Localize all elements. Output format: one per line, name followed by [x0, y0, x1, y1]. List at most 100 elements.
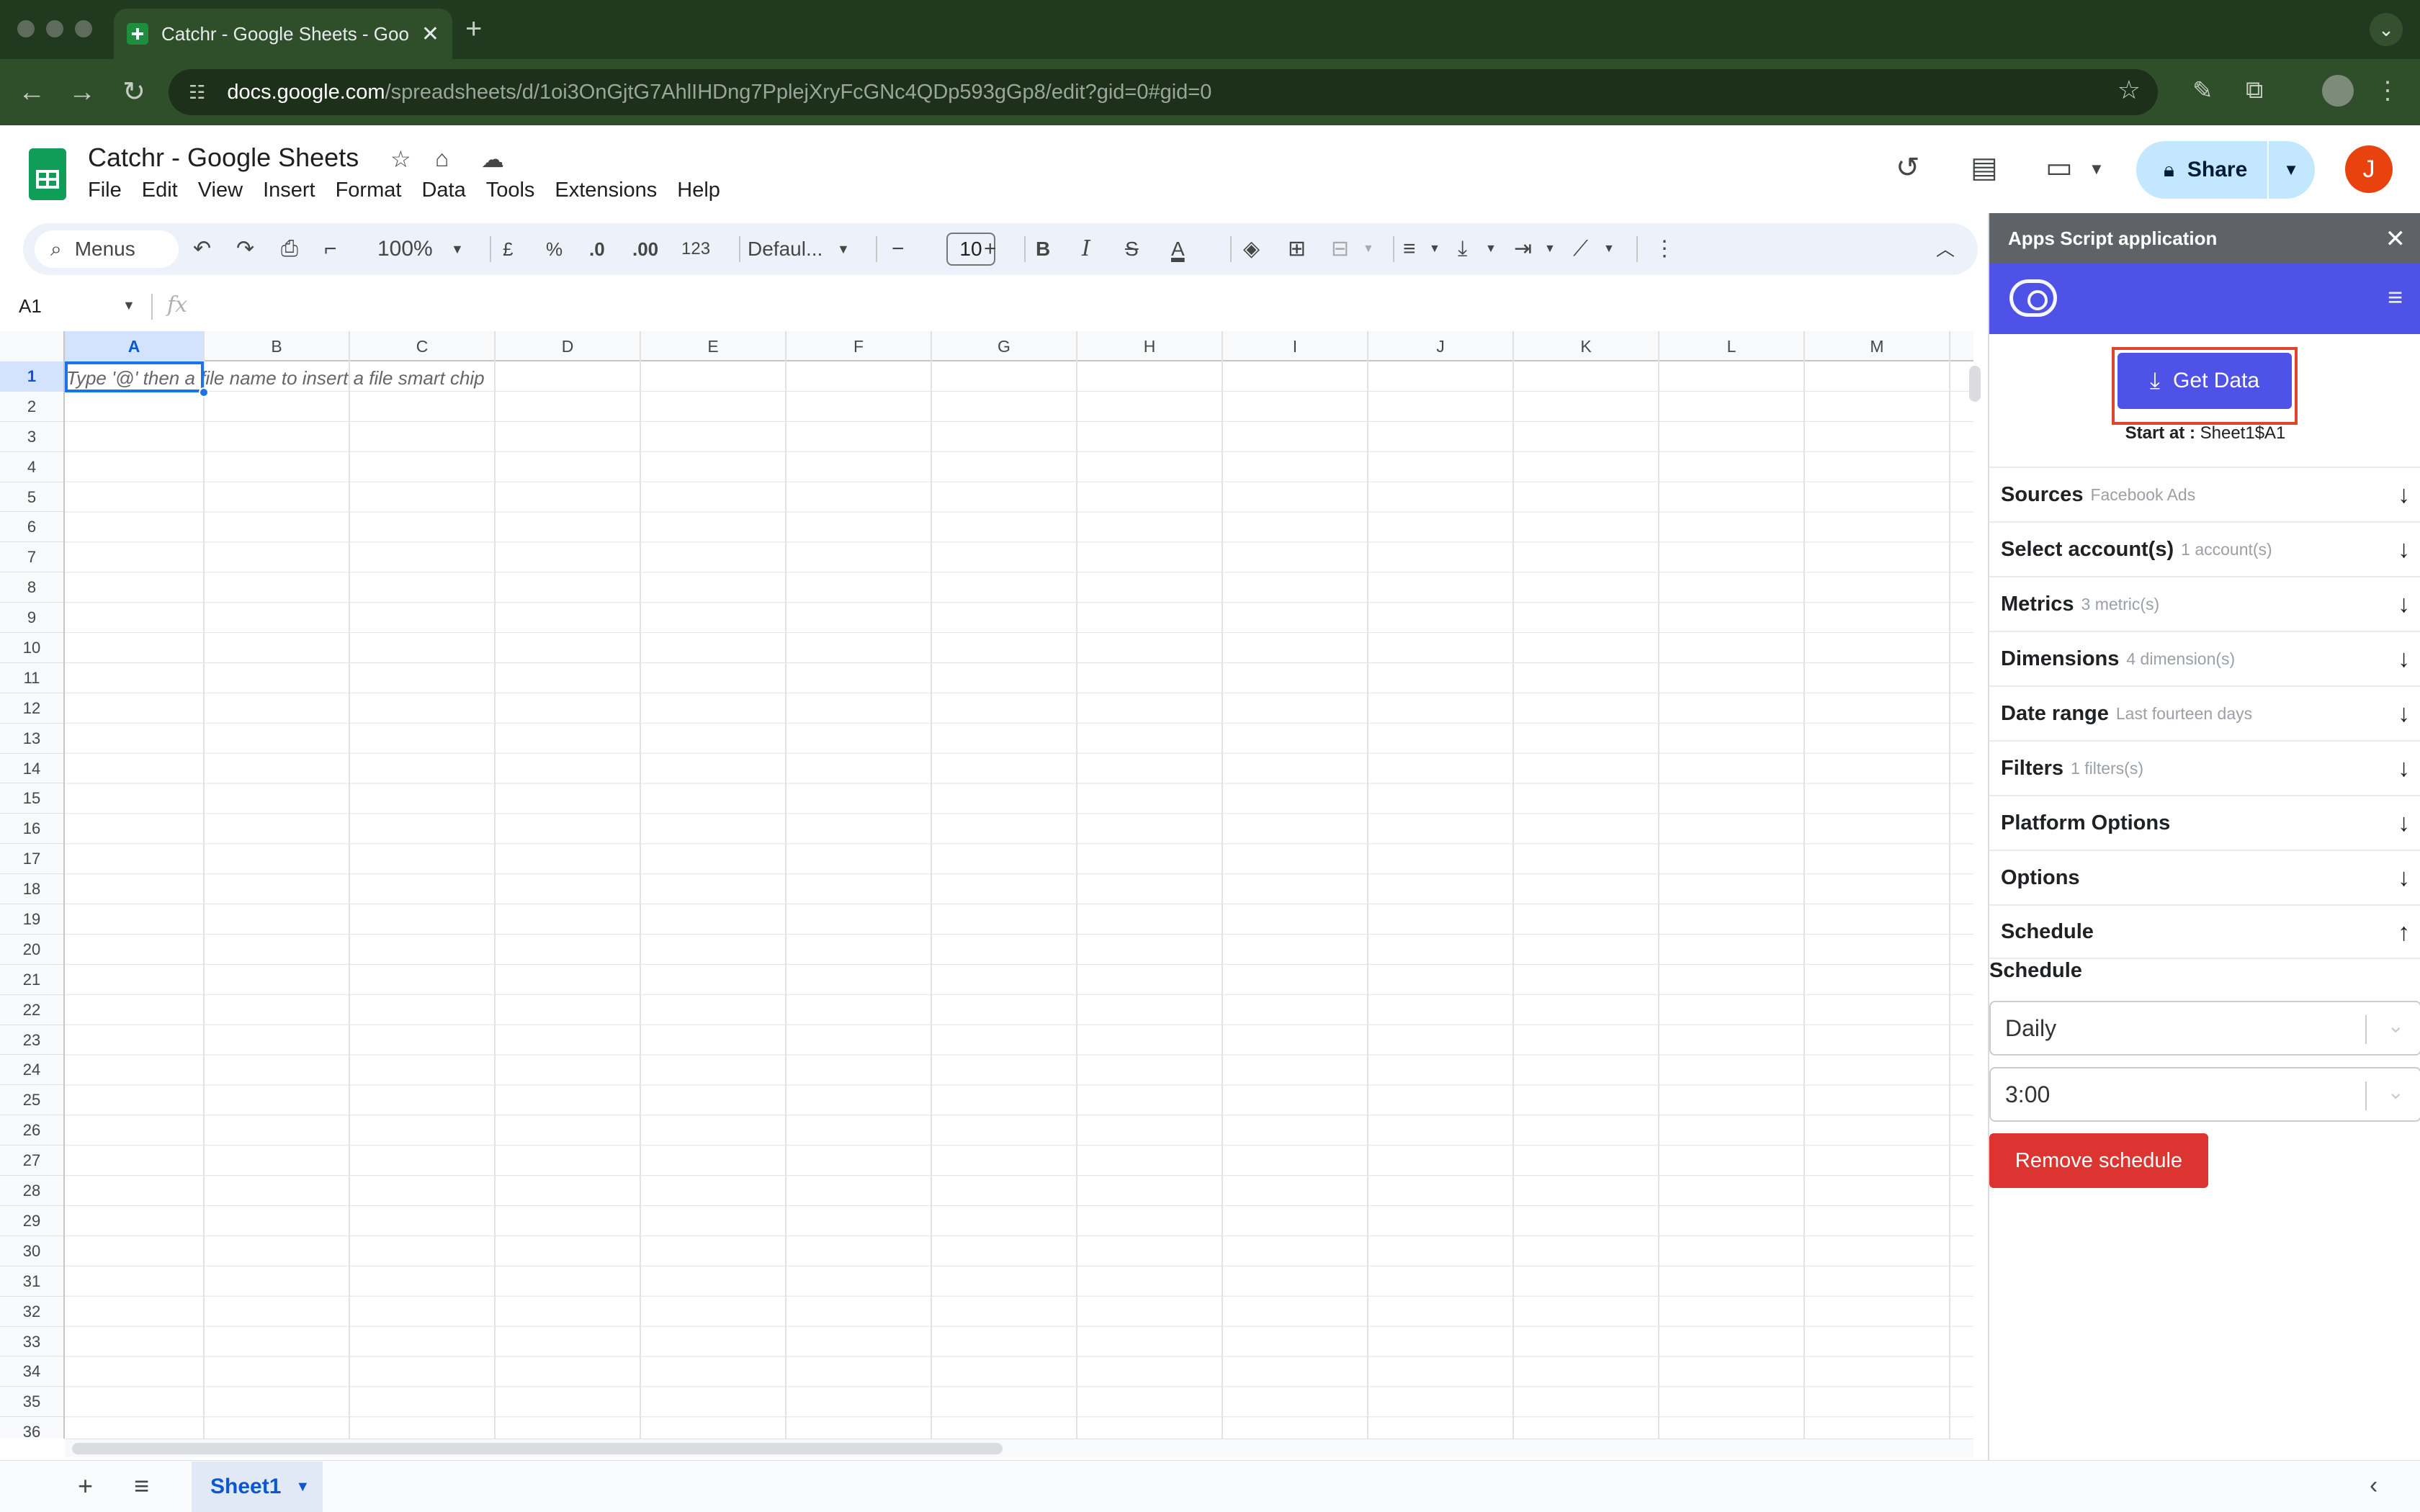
row-header[interactable]: 1 — [0, 361, 63, 392]
row-header[interactable]: 23 — [0, 1025, 63, 1056]
get-data-button[interactable]: ⤓ Get Data — [2118, 353, 2292, 409]
horizontal-align-icon[interactable]: ≡ — [1403, 223, 1416, 275]
meet-video-icon[interactable]: ▭ — [2045, 151, 2073, 184]
row-header[interactable]: 27 — [0, 1146, 63, 1176]
strikethrough-button[interactable]: S — [1125, 223, 1139, 275]
add-sheet-plus-icon[interactable]: + — [78, 1471, 93, 1501]
column-header-c[interactable]: C — [350, 331, 496, 361]
row-header[interactable]: 7 — [0, 542, 63, 573]
column-header-b[interactable]: B — [205, 331, 350, 361]
row-header[interactable]: 26 — [0, 1115, 63, 1146]
row-header[interactable]: 18 — [0, 874, 63, 905]
expand-arrow-down-icon[interactable]: ↓ — [2398, 864, 2410, 892]
row-header[interactable]: 36 — [0, 1417, 63, 1439]
font-caret-icon[interactable]: ▼ — [837, 223, 850, 275]
italic-button[interactable]: I — [1082, 223, 1090, 275]
row-header[interactable]: 10 — [0, 633, 63, 663]
row-header[interactable]: 31 — [0, 1266, 63, 1297]
menu-file[interactable]: File — [88, 179, 122, 202]
window-minimize-control[interactable] — [46, 20, 63, 37]
bookmark-star-icon[interactable]: ☆ — [2118, 75, 2141, 105]
back-arrow-icon[interactable]: ← — [14, 75, 49, 109]
menu-format[interactable]: Format — [336, 179, 402, 202]
column-header-l[interactable]: L — [1659, 331, 1805, 361]
zoom-caret-icon[interactable]: ▼ — [451, 223, 464, 275]
borders-icon[interactable]: ⊞ — [1288, 223, 1306, 275]
meet-caret-icon[interactable]: ▼ — [2089, 160, 2105, 179]
share-button[interactable]: 🔒︎ Share ▼ — [2136, 141, 2315, 199]
section-metrics[interactable]: Metrics 3 metric(s) ↓ — [1989, 576, 2420, 631]
move-folder-icon[interactable]: ⌂ — [435, 145, 449, 172]
eyedropper-extension-icon[interactable]: ✎ — [2192, 76, 2213, 105]
expand-arrow-down-icon[interactable]: ↓ — [2398, 590, 2410, 618]
sheet-tab-sheet1[interactable]: Sheet1 ▼ — [192, 1462, 323, 1512]
all-sheets-list-icon[interactable]: ≡ — [134, 1471, 149, 1501]
horizontal-scrollbar[interactable] — [72, 1443, 1003, 1454]
comments-icon[interactable]: ▤ — [1971, 151, 1998, 184]
text-color-button[interactable]: A — [1171, 223, 1185, 275]
expand-arrow-down-icon[interactable]: ↓ — [2398, 755, 2410, 783]
section-platform-options[interactable]: Platform Options ↓ — [1989, 795, 2420, 850]
select-all-corner[interactable] — [0, 331, 65, 361]
section-select-accounts[interactable]: Select account(s) 1 account(s) ↓ — [1989, 521, 2420, 576]
row-header[interactable]: 15 — [0, 783, 63, 814]
row-header[interactable]: 5 — [0, 482, 63, 513]
close-icon[interactable]: ✕ — [2385, 225, 2406, 253]
undo-icon[interactable]: ↶ — [193, 223, 211, 275]
column-header-m[interactable]: M — [1805, 331, 1950, 361]
row-header[interactable]: 11 — [0, 663, 63, 693]
section-schedule[interactable]: Schedule ↑ — [1989, 904, 2420, 959]
bold-button[interactable]: B — [1036, 223, 1050, 275]
share-options-caret-icon[interactable]: ▼ — [2269, 161, 2313, 179]
row-header[interactable]: 16 — [0, 814, 63, 845]
text-wrapping-icon[interactable]: ⇥ — [1514, 223, 1532, 275]
rotation-caret-icon[interactable]: ▼ — [1603, 223, 1615, 275]
row-header[interactable]: 8 — [0, 572, 63, 603]
wrap-caret-icon[interactable]: ▼ — [1544, 223, 1556, 275]
fill-handle[interactable] — [199, 387, 209, 397]
h-align-caret-icon[interactable]: ▼ — [1429, 223, 1440, 275]
version-history-icon[interactable]: ↺ — [1896, 151, 1920, 184]
row-header[interactable]: 2 — [0, 392, 63, 422]
expand-arrow-down-icon[interactable]: ↓ — [2398, 700, 2410, 728]
number-format-button[interactable]: 123 — [681, 223, 710, 275]
column-header-j[interactable]: J — [1368, 331, 1514, 361]
column-header-f[interactable]: F — [786, 331, 932, 361]
zoom-select[interactable]: 100% — [377, 223, 433, 275]
star-icon[interactable]: ☆ — [390, 145, 411, 173]
tab-search-chevron-icon[interactable]: ⌄ — [2370, 13, 2403, 46]
row-header[interactable]: 12 — [0, 693, 63, 724]
section-options[interactable]: Options ↓ — [1989, 850, 2420, 904]
section-dimensions[interactable]: Dimensions 4 dimension(s) ↓ — [1989, 631, 2420, 685]
browser-profile-avatar[interactable] — [2322, 75, 2354, 107]
more-options-kebab-icon[interactable]: ⋮ — [1654, 223, 1675, 275]
chevron-down-icon[interactable]: ⌄ — [2388, 1080, 2404, 1104]
font-family-select[interactable]: Defaul... — [748, 223, 823, 275]
row-header[interactable]: 33 — [0, 1327, 63, 1357]
collapse-arrow-up-icon[interactable]: ↑ — [2398, 919, 2410, 947]
column-header-e[interactable]: E — [641, 331, 786, 361]
row-header[interactable]: 24 — [0, 1055, 63, 1086]
column-header-i[interactable]: I — [1223, 331, 1368, 361]
paint-format-icon[interactable]: ⌐ — [324, 223, 337, 275]
menus-search[interactable]: ⌕ Menus — [35, 230, 179, 268]
percent-format-button[interactable]: % — [546, 223, 563, 275]
menu-tools[interactable]: Tools — [486, 179, 535, 202]
selected-cell-a1[interactable] — [65, 361, 204, 392]
row-header[interactable]: 35 — [0, 1387, 63, 1418]
vertical-align-icon[interactable]: ⤓ — [1458, 223, 1467, 275]
section-date-range[interactable]: Date range Last fourteen days ↓ — [1989, 685, 2420, 740]
expand-arrow-down-icon[interactable]: ↓ — [2398, 809, 2410, 837]
row-header[interactable]: 6 — [0, 512, 63, 543]
row-header[interactable]: 30 — [0, 1236, 63, 1266]
name-box[interactable]: A1 — [19, 295, 42, 318]
vertical-scrollbar[interactable] — [1969, 366, 1981, 402]
forward-arrow-icon[interactable]: → — [65, 75, 99, 109]
row-header[interactable]: 21 — [0, 965, 63, 995]
row-header[interactable]: 28 — [0, 1176, 63, 1206]
menu-edit[interactable]: Edit — [142, 179, 178, 202]
merge-cells-icon[interactable]: ⊟ — [1331, 223, 1349, 275]
column-header-k[interactable]: K — [1514, 331, 1659, 361]
row-header[interactable]: 3 — [0, 422, 63, 452]
menu-data[interactable]: Data — [421, 179, 465, 202]
